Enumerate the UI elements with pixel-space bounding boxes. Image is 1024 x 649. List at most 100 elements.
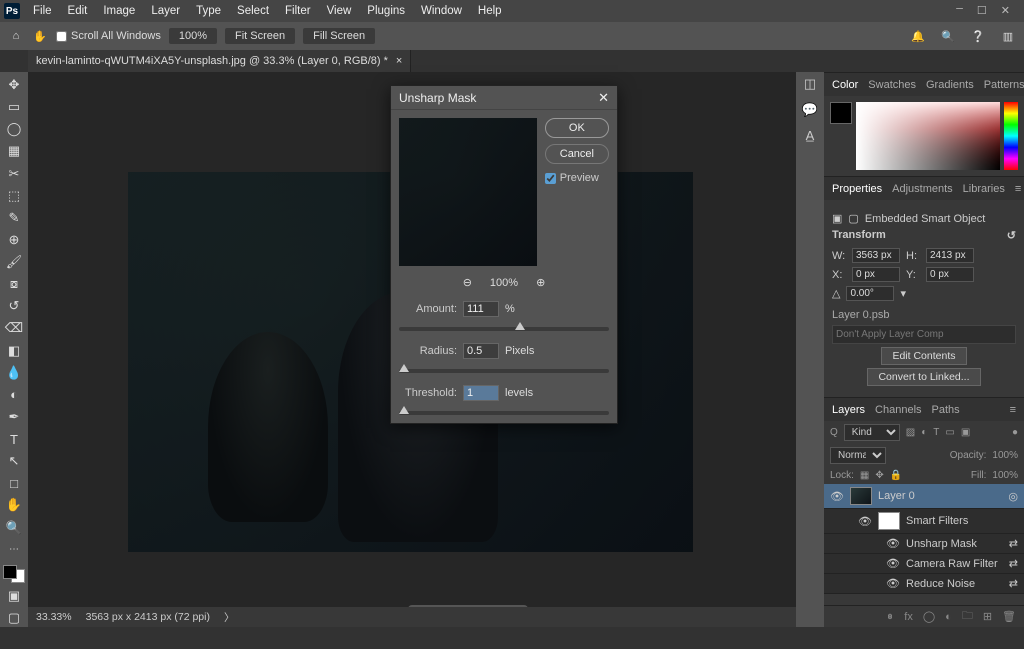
panel-icon-1[interactable]: ◫ (801, 76, 819, 94)
more-tools-icon[interactable]: ⋯ (3, 541, 25, 559)
visibility-icon[interactable]: 👁 (830, 490, 844, 503)
filter-blend-icon[interactable]: ⇄ (1009, 577, 1018, 590)
filter-blend-icon[interactable]: ⇄ (1009, 557, 1018, 570)
stamp-tool-icon[interactable]: ⧇ (3, 275, 25, 293)
filter-smart-icon[interactable]: ▣ (961, 427, 970, 438)
menu-view[interactable]: View (320, 0, 359, 22)
tab-adjustments[interactable]: Adjustments (892, 183, 953, 195)
properties-panel-menu-icon[interactable]: ≡ (1015, 183, 1021, 195)
menu-filter[interactable]: Filter (278, 0, 318, 22)
layer-name[interactable]: Layer 0 (878, 490, 915, 502)
visibility-icon[interactable]: 👁 (886, 537, 900, 550)
visibility-icon[interactable]: 👁 (858, 515, 872, 528)
foreground-swatch[interactable] (3, 565, 17, 579)
group-icon[interactable]: 🗀 (962, 607, 973, 626)
dialog-close-icon[interactable]: ✕ (598, 90, 609, 106)
ok-button[interactable]: OK (545, 118, 609, 138)
x-field[interactable] (852, 267, 900, 282)
amount-slider[interactable] (399, 327, 609, 331)
notifications-icon[interactable]: 🔔 (910, 30, 926, 43)
filter-row-cameraraw[interactable]: 👁 Camera Raw Filter ⇄ (824, 554, 1024, 574)
lock-position-icon[interactable]: ✥ (875, 470, 883, 481)
amount-field[interactable] (463, 301, 499, 317)
hand-tool-icon[interactable]: ✋ (32, 30, 48, 43)
hand-tool-icon-2[interactable]: ✋ (3, 496, 25, 514)
document-tab[interactable]: kevin-laminto-qWUTM4iXA5Y-unsplash.jpg @… (28, 50, 411, 72)
tab-swatches[interactable]: Swatches (868, 79, 916, 91)
filter-mask-thumbnail[interactable] (878, 512, 900, 530)
status-zoom[interactable]: 33.33% (36, 611, 72, 623)
width-field[interactable] (852, 248, 900, 263)
filter-shape-icon[interactable]: ▭ (945, 427, 954, 438)
scroll-all-windows-checkbox[interactable]: Scroll All Windows (56, 30, 161, 42)
foreground-background-swatches[interactable] (3, 565, 25, 583)
new-layer-icon[interactable]: ⊞ (983, 610, 992, 623)
close-tab-icon[interactable]: × (396, 55, 402, 67)
quick-mask-icon[interactable]: ▣ (3, 587, 25, 605)
fill-value[interactable]: 100% (992, 470, 1018, 481)
filter-type-icon[interactable]: T (933, 427, 939, 438)
blend-mode-select[interactable]: Normal (830, 447, 886, 464)
help-icon[interactable]: ❔ (970, 30, 986, 43)
threshold-field[interactable] (463, 385, 499, 401)
blur-tool-icon[interactable]: 💧 (3, 364, 25, 382)
pen-tool-icon[interactable]: ✒ (3, 408, 25, 426)
home-icon[interactable]: ⌂ (8, 30, 24, 42)
zoom-in-icon[interactable]: ⊕ (536, 276, 545, 289)
panel-icon-2[interactable]: 💬 (801, 102, 819, 120)
lock-all-icon[interactable]: 🔒 (890, 470, 902, 481)
layer-mask-icon[interactable]: ◯ (923, 610, 935, 623)
panel-icon-3[interactable]: A̲ (801, 128, 819, 146)
reset-transform-icon[interactable]: ↺ (1007, 229, 1016, 242)
height-field[interactable] (926, 248, 974, 263)
history-brush-tool-icon[interactable]: ↺ (3, 297, 25, 315)
brush-tool-icon[interactable]: 🖌 (3, 253, 25, 271)
dodge-tool-icon[interactable]: ◐ (3, 386, 25, 404)
filter-adjust-icon[interactable]: ◐ (921, 427, 927, 438)
gradient-tool-icon[interactable]: ◧ (3, 342, 25, 360)
shape-tool-icon[interactable]: □ (3, 474, 25, 492)
radius-slider[interactable] (399, 369, 609, 373)
dialog-titlebar[interactable]: Unsharp Mask ✕ (391, 86, 617, 110)
tab-gradients[interactable]: Gradients (926, 79, 974, 91)
search-icon[interactable]: 🔍 (940, 30, 956, 43)
filter-image-icon[interactable]: ▨ (906, 427, 915, 438)
tab-libraries[interactable]: Libraries (963, 183, 1005, 195)
angle-dropdown-icon[interactable]: ▾ (900, 287, 906, 300)
color-foreground-swatch[interactable] (830, 102, 852, 124)
menu-image[interactable]: Image (96, 0, 142, 22)
zoom-out-icon[interactable]: ⊖ (463, 276, 472, 289)
layer-row-main[interactable]: 👁 Layer 0 ◎ (824, 484, 1024, 509)
menu-help[interactable]: Help (471, 0, 509, 22)
link-layers-icon[interactable]: ⚭ (883, 612, 896, 621)
filter-blend-icon[interactable]: ⇄ (1009, 537, 1018, 550)
path-select-tool-icon[interactable]: ↖ (3, 452, 25, 470)
zoom-level-field[interactable]: 100% (169, 28, 217, 44)
cancel-button[interactable]: Cancel (545, 144, 609, 164)
threshold-slider[interactable] (399, 411, 609, 415)
fit-screen-button[interactable]: Fit Screen (225, 28, 295, 44)
eraser-tool-icon[interactable]: ⌫ (3, 319, 25, 337)
delete-layer-icon[interactable]: 🗑 (1002, 610, 1016, 623)
workspace-icon[interactable]: ▥ (1000, 30, 1016, 43)
radius-field[interactable] (463, 343, 499, 359)
tab-properties[interactable]: Properties (832, 183, 882, 195)
move-tool-icon[interactable]: ✥ (3, 76, 25, 94)
screen-mode-icon[interactable]: ▢ (3, 609, 25, 627)
y-field[interactable] (926, 267, 974, 282)
hue-slider[interactable] (1004, 102, 1018, 170)
layers-panel-menu-icon[interactable]: ≡ (1010, 404, 1016, 416)
object-select-tool-icon[interactable]: ▦ (3, 142, 25, 160)
tab-layers[interactable]: Layers (832, 404, 865, 416)
filter-toggle-icon[interactable]: ● (1012, 427, 1018, 438)
filter-row-unsharp[interactable]: 👁 Unsharp Mask ⇄ (824, 534, 1024, 554)
menu-window[interactable]: Window (414, 0, 469, 22)
angle-field[interactable] (846, 286, 894, 301)
menu-select[interactable]: Select (230, 0, 276, 22)
color-picker-field[interactable] (856, 102, 1000, 170)
convert-linked-button[interactable]: Convert to Linked... (867, 368, 980, 386)
tab-channels[interactable]: Channels (875, 404, 921, 416)
layer-kind-filter[interactable]: Kind (844, 424, 900, 441)
eyedropper-tool-icon[interactable]: ✎ (3, 209, 25, 227)
marquee-tool-icon[interactable]: ▭ (3, 98, 25, 116)
